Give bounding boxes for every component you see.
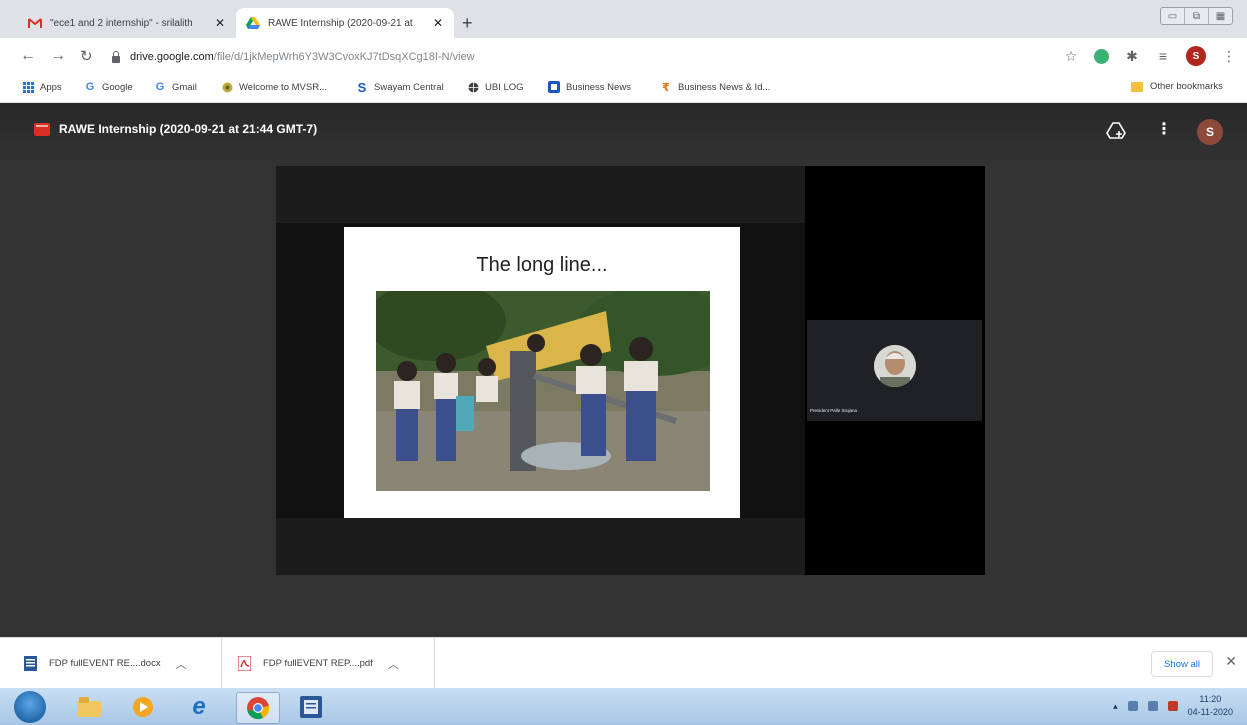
letterbox-top: [276, 166, 805, 223]
download-item-pdf[interactable]: FDP fullEVENT REP....pdf ︿: [222, 638, 435, 689]
lock-icon: [112, 50, 120, 63]
clock-time: 11:20: [1199, 694, 1222, 704]
media-player-icon[interactable]: [128, 692, 158, 722]
toolbar-actions: ☆ ✱ ≡ S ⋮: [1063, 46, 1237, 66]
downloads-shelf: FDP fullEVENT RE....docx ︿ FDP fullEVENT…: [0, 637, 1247, 689]
forward-arrow-icon[interactable]: →: [50, 47, 66, 65]
tray-expand-icon[interactable]: ▴: [1113, 701, 1118, 712]
tab-gmail[interactable]: "ece1 and 2 internship" - srilalith ✕: [18, 8, 236, 38]
presentation-slide: The long line...: [344, 227, 740, 518]
google-icon: G: [155, 81, 165, 93]
bookmark-label: Apps: [40, 81, 62, 93]
close-tab-icon[interactable]: ✕: [212, 16, 228, 30]
volume-icon[interactable]: [1127, 701, 1138, 711]
bookmarks-bar: Apps G Google G Gmail Welcome to MVSR...…: [0, 76, 1247, 103]
video-file-icon: [34, 123, 50, 136]
video-player[interactable]: The long line... President Palle Srujana: [276, 166, 985, 575]
new-tab-button[interactable]: +: [462, 13, 473, 33]
chevron-up-icon[interactable]: ︿: [176, 656, 187, 672]
bookmark-label: Business News & Id...: [678, 81, 771, 93]
bookmark-label: UBI LOG: [485, 81, 524, 93]
news-icon: [548, 81, 560, 93]
close-icon[interactable]: ✕: [1225, 653, 1237, 670]
globe-icon: [467, 81, 479, 93]
windows-taskbar: e ▴ 11:20 04-11-2020: [0, 688, 1247, 725]
account-avatar[interactable]: S: [1197, 119, 1223, 145]
chrome-icon[interactable]: [236, 692, 280, 724]
network-icon[interactable]: [1147, 701, 1158, 711]
add-to-drive-icon[interactable]: [1106, 120, 1126, 140]
clock[interactable]: 11:20 04-11-2020: [1188, 693, 1233, 719]
close-tab-icon[interactable]: ✕: [430, 16, 446, 30]
file-explorer-icon[interactable]: [74, 692, 104, 722]
chevron-up-icon[interactable]: ︿: [388, 656, 399, 672]
mvsr-icon: [221, 81, 233, 93]
bookmark-label: Business News: [566, 81, 631, 93]
participant-name: President Palle Srujana: [810, 408, 858, 413]
slide-title: The long line...: [476, 254, 608, 276]
bookmark-business-news-id[interactable]: ₹ Business News & Id...: [660, 81, 771, 94]
reading-list-icon[interactable]: ≡: [1155, 48, 1171, 64]
rupee-icon: ₹: [662, 81, 670, 94]
reload-icon[interactable]: ↻: [80, 47, 93, 65]
address-bar[interactable]: drive.google.com/file/d/1jkMepWrh6Y3W3Cv…: [112, 46, 1062, 68]
bookmark-google[interactable]: G Google: [84, 81, 133, 93]
swayam-icon: S: [357, 79, 367, 95]
minimize-icon[interactable]: ▭: [1161, 8, 1185, 24]
drive-viewer: RAWE Internship (2020-09-21 at 21:44 GMT…: [0, 103, 1247, 637]
word-app-icon[interactable]: [296, 692, 326, 722]
close-window-icon[interactable]: ▦: [1209, 8, 1232, 24]
google-drive-icon: [246, 17, 260, 29]
bookmark-apps[interactable]: Apps: [22, 81, 62, 93]
apps-grid-icon: [22, 81, 34, 93]
bookmark-label: Swayam Central: [374, 81, 444, 93]
pdf-icon: [237, 655, 252, 672]
letterbox-bottom: [276, 518, 805, 575]
bookmark-label: Welcome to MVSR...: [239, 81, 327, 93]
participant-avatar: [874, 345, 916, 387]
tab-title: "ece1 and 2 internship" - srilalith: [50, 17, 193, 29]
bookmark-label: Google: [102, 81, 133, 93]
show-all-button[interactable]: Show all: [1151, 651, 1213, 677]
url-host: drive.google.com: [130, 51, 214, 63]
start-button[interactable]: [14, 691, 46, 723]
url-path: /file/d/1jkMepWrh6Y3W3CvoxKJ7tDsqXCg18I-…: [213, 51, 475, 63]
bookmark-mvsr[interactable]: Welcome to MVSR...: [221, 81, 327, 93]
system-tray: ▴ 11:20 04-11-2020: [1113, 693, 1233, 719]
browser-toolbar: ← → ↻ drive.google.com/file/d/1jkMepWrh6…: [0, 38, 1247, 76]
download-filename: FDP fullEVENT RE....docx: [49, 658, 161, 669]
folder-icon: [1131, 81, 1143, 92]
download-item-docx[interactable]: FDP fullEVENT RE....docx ︿: [0, 638, 222, 689]
more-menu-icon[interactable]: ⋮: [1221, 48, 1237, 65]
bookmark-business-news[interactable]: Business News: [548, 81, 631, 93]
extension-icon[interactable]: [1094, 48, 1109, 64]
bookmark-ubi-log[interactable]: UBI LOG: [467, 81, 524, 93]
bookmark-star-icon[interactable]: ☆: [1063, 48, 1079, 65]
bookmark-swayam[interactable]: S Swayam Central: [356, 79, 444, 95]
other-bookmarks[interactable]: Other bookmarks: [1131, 81, 1223, 92]
tab-drive-video[interactable]: RAWE Internship (2020-09-21 at ✕: [236, 8, 454, 38]
more-options-icon[interactable]: ⋮: [1156, 120, 1172, 140]
internet-explorer-icon[interactable]: e: [184, 692, 214, 722]
window-controls: ▭ ⧉ ▦: [1160, 7, 1233, 25]
action-center-icon[interactable]: [1167, 701, 1178, 711]
tab-strip: "ece1 and 2 internship" - srilalith ✕ RA…: [0, 0, 1247, 38]
bookmark-label: Gmail: [172, 81, 197, 93]
clock-date: 04-11-2020: [1187, 707, 1233, 717]
viewer-header: RAWE Internship (2020-09-21 at 21:44 GMT…: [0, 103, 1247, 158]
word-doc-icon: [24, 656, 37, 671]
restore-icon[interactable]: ⧉: [1185, 8, 1209, 24]
gmail-icon: [28, 17, 42, 29]
other-bookmarks-label: Other bookmarks: [1150, 81, 1223, 92]
file-title: RAWE Internship (2020-09-21 at 21:44 GMT…: [59, 122, 318, 136]
tab-title: RAWE Internship (2020-09-21 at: [268, 17, 413, 29]
slide-photo: [376, 291, 710, 491]
bookmark-gmail[interactable]: G Gmail: [154, 81, 197, 93]
puzzle-extensions-icon[interactable]: ✱: [1124, 48, 1140, 65]
download-filename: FDP fullEVENT REP....pdf: [263, 658, 373, 669]
back-arrow-icon[interactable]: ←: [20, 47, 36, 65]
participant-tile: President Palle Srujana: [807, 320, 982, 421]
profile-avatar[interactable]: S: [1186, 46, 1206, 66]
google-icon: G: [85, 81, 95, 93]
